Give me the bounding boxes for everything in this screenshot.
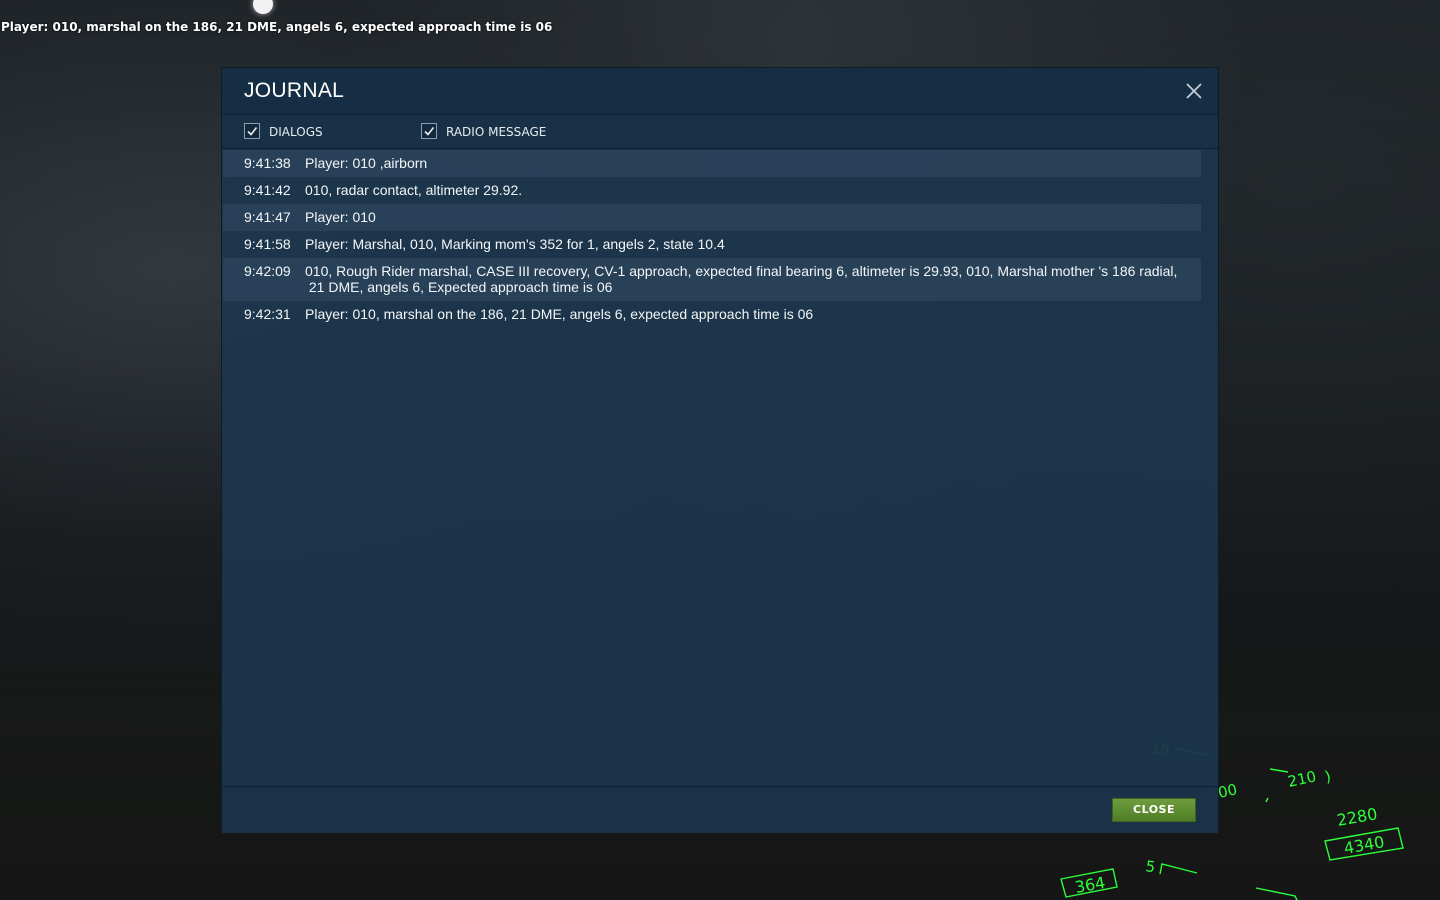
log-entry: 9:42:31 Player: 010, marshal on the 186,… bbox=[223, 301, 1201, 328]
log-entry-time: 9:41:47 bbox=[244, 209, 291, 225]
log-entry: 9:41:47 Player: 010 bbox=[223, 204, 1201, 231]
log-entry-text: Player: Marshal, 010, Marking mom's 352 … bbox=[305, 236, 725, 252]
journal-filter-bar: DIALOGS RADIO MESSAGE bbox=[222, 115, 1218, 149]
log-entry-time: 9:41:58 bbox=[244, 236, 291, 252]
checkmark-icon bbox=[247, 127, 258, 136]
journal-footer: CLOSE bbox=[222, 786, 1218, 833]
moon bbox=[253, 0, 273, 14]
journal-log[interactable]: 9:41:38 Player: 010 ,airborn 9:41:42 010… bbox=[223, 150, 1201, 328]
log-entry: 9:41:58 Player: Marshal, 010, Marking mo… bbox=[223, 231, 1201, 258]
dialogs-label: DIALOGS bbox=[269, 125, 323, 139]
journal-header: JOURNAL bbox=[222, 68, 1218, 115]
checkmark-icon bbox=[424, 127, 435, 136]
log-entry: 9:41:42 010, radar contact, altimeter 29… bbox=[223, 177, 1201, 204]
log-entry-text: Player: 010, marshal on the 186, 21 DME,… bbox=[305, 306, 814, 322]
log-entry: 9:42:09 010, Rough Rider marshal, CASE I… bbox=[223, 258, 1201, 301]
journal-title: JOURNAL bbox=[244, 79, 345, 102]
filter-radio-message[interactable]: RADIO MESSAGE bbox=[421, 122, 546, 140]
log-entry: 9:41:38 Player: 010 ,airborn bbox=[223, 150, 1201, 177]
dialogs-checkbox[interactable] bbox=[244, 123, 260, 139]
log-entry-text: Player: 010 bbox=[305, 209, 376, 225]
close-button[interactable]: CLOSE bbox=[1112, 798, 1196, 822]
log-entry-time: 9:41:42 bbox=[244, 182, 291, 198]
radio-message-label: RADIO MESSAGE bbox=[446, 125, 547, 139]
filter-dialogs[interactable]: DIALOGS bbox=[244, 122, 323, 140]
radio-subtitle: Player: 010, marshal on the 186, 21 DME,… bbox=[1, 20, 553, 34]
log-entry-time: 9:42:09 bbox=[244, 263, 291, 279]
journal-dialog: JOURNAL DIALOGS RADIO MESSAGE 9:41:38 Pl… bbox=[221, 67, 1219, 833]
log-entry-text: 010, Rough Rider marshal, CASE III recov… bbox=[305, 263, 1178, 295]
close-icon[interactable] bbox=[1184, 81, 1204, 101]
log-entry-time: 9:42:31 bbox=[244, 306, 291, 322]
radio-message-checkbox[interactable] bbox=[421, 123, 437, 139]
log-entry-text: 010, radar contact, altimeter 29.92. bbox=[305, 182, 523, 198]
log-entry-time: 9:41:38 bbox=[244, 155, 291, 171]
log-entry-text: Player: 010 ,airborn bbox=[305, 155, 428, 171]
